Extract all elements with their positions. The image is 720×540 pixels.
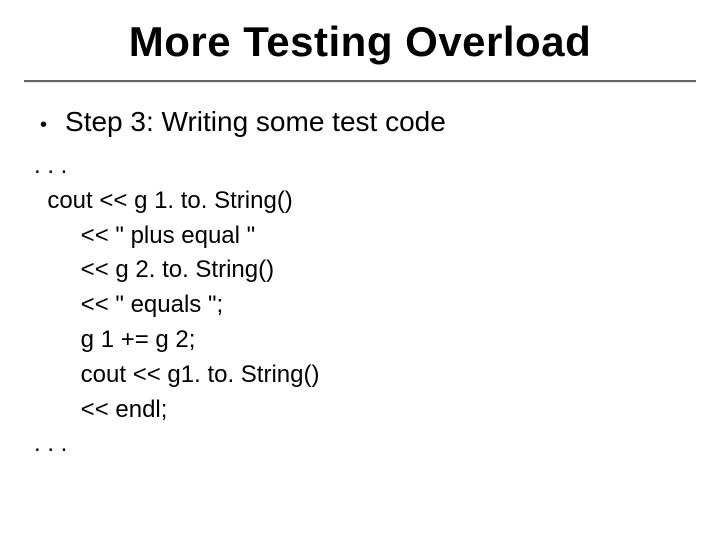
bullet-text: Step 3: Writing some test code [65,106,446,138]
code-block: . . . cout << g 1. to. String() << " plu… [34,149,680,462]
slide-body: • Step 3: Writing some test code . . . c… [0,82,720,462]
slide-title: More Testing Overload [0,0,720,80]
bullet-item: • Step 3: Writing some test code [40,106,680,139]
bullet-dot-icon: • [40,107,47,139]
